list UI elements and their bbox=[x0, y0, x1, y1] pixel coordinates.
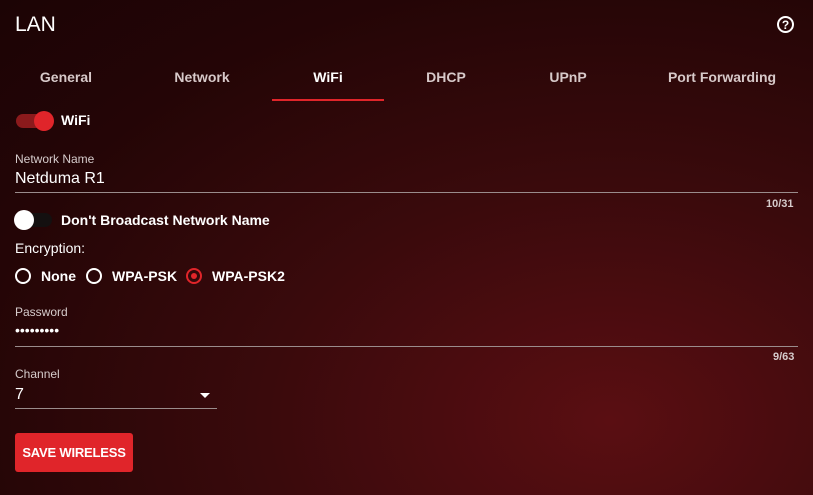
chevron-down-icon[interactable] bbox=[200, 393, 210, 398]
password-underline bbox=[15, 346, 798, 347]
radio-wpa-psk2[interactable] bbox=[186, 268, 202, 284]
toggle-knob bbox=[34, 111, 54, 131]
broadcast-toggle-label: Don't Broadcast Network Name bbox=[61, 212, 270, 228]
page-title: LAN bbox=[15, 13, 56, 36]
tab-bar: General Network WiFi DHCP UPnP Port Forw… bbox=[0, 55, 813, 102]
wifi-toggle[interactable] bbox=[16, 111, 54, 131]
network-name-counter: 10/31 bbox=[766, 198, 794, 210]
save-wireless-button[interactable]: SAVE WIRELESS bbox=[15, 433, 133, 472]
encryption-label: Encryption: bbox=[15, 240, 86, 256]
tab-network[interactable]: Network bbox=[146, 55, 258, 101]
broadcast-toggle[interactable] bbox=[14, 210, 52, 230]
radio-none-label: None bbox=[41, 268, 76, 284]
radio-wpa-psk2-label: WPA-PSK2 bbox=[212, 268, 285, 284]
tab-port-forwarding[interactable]: Port Forwarding bbox=[646, 55, 798, 101]
tab-wifi[interactable]: WiFi bbox=[272, 55, 384, 101]
tab-upnp[interactable]: UPnP bbox=[512, 55, 624, 101]
network-name-underline bbox=[15, 192, 798, 193]
radio-none[interactable] bbox=[15, 268, 31, 284]
network-name-input[interactable]: Netduma R1 bbox=[15, 170, 105, 188]
network-name-label: Network Name bbox=[15, 152, 95, 166]
password-counter: 9/63 bbox=[773, 351, 795, 363]
tab-general[interactable]: General bbox=[10, 55, 122, 101]
tab-dhcp[interactable]: DHCP bbox=[390, 55, 502, 101]
toggle-knob bbox=[14, 210, 34, 230]
help-icon[interactable]: ? bbox=[777, 16, 794, 33]
radio-wpa-psk-label: WPA-PSK bbox=[112, 268, 178, 284]
radio-wpa-psk[interactable] bbox=[86, 268, 102, 284]
channel-label: Channel bbox=[15, 367, 60, 381]
password-input[interactable]: ••••••••• bbox=[15, 322, 59, 338]
channel-select[interactable]: 7 bbox=[15, 386, 24, 404]
channel-underline bbox=[15, 408, 217, 409]
wifi-toggle-label: WiFi bbox=[61, 112, 91, 128]
password-label: Password bbox=[15, 305, 68, 319]
